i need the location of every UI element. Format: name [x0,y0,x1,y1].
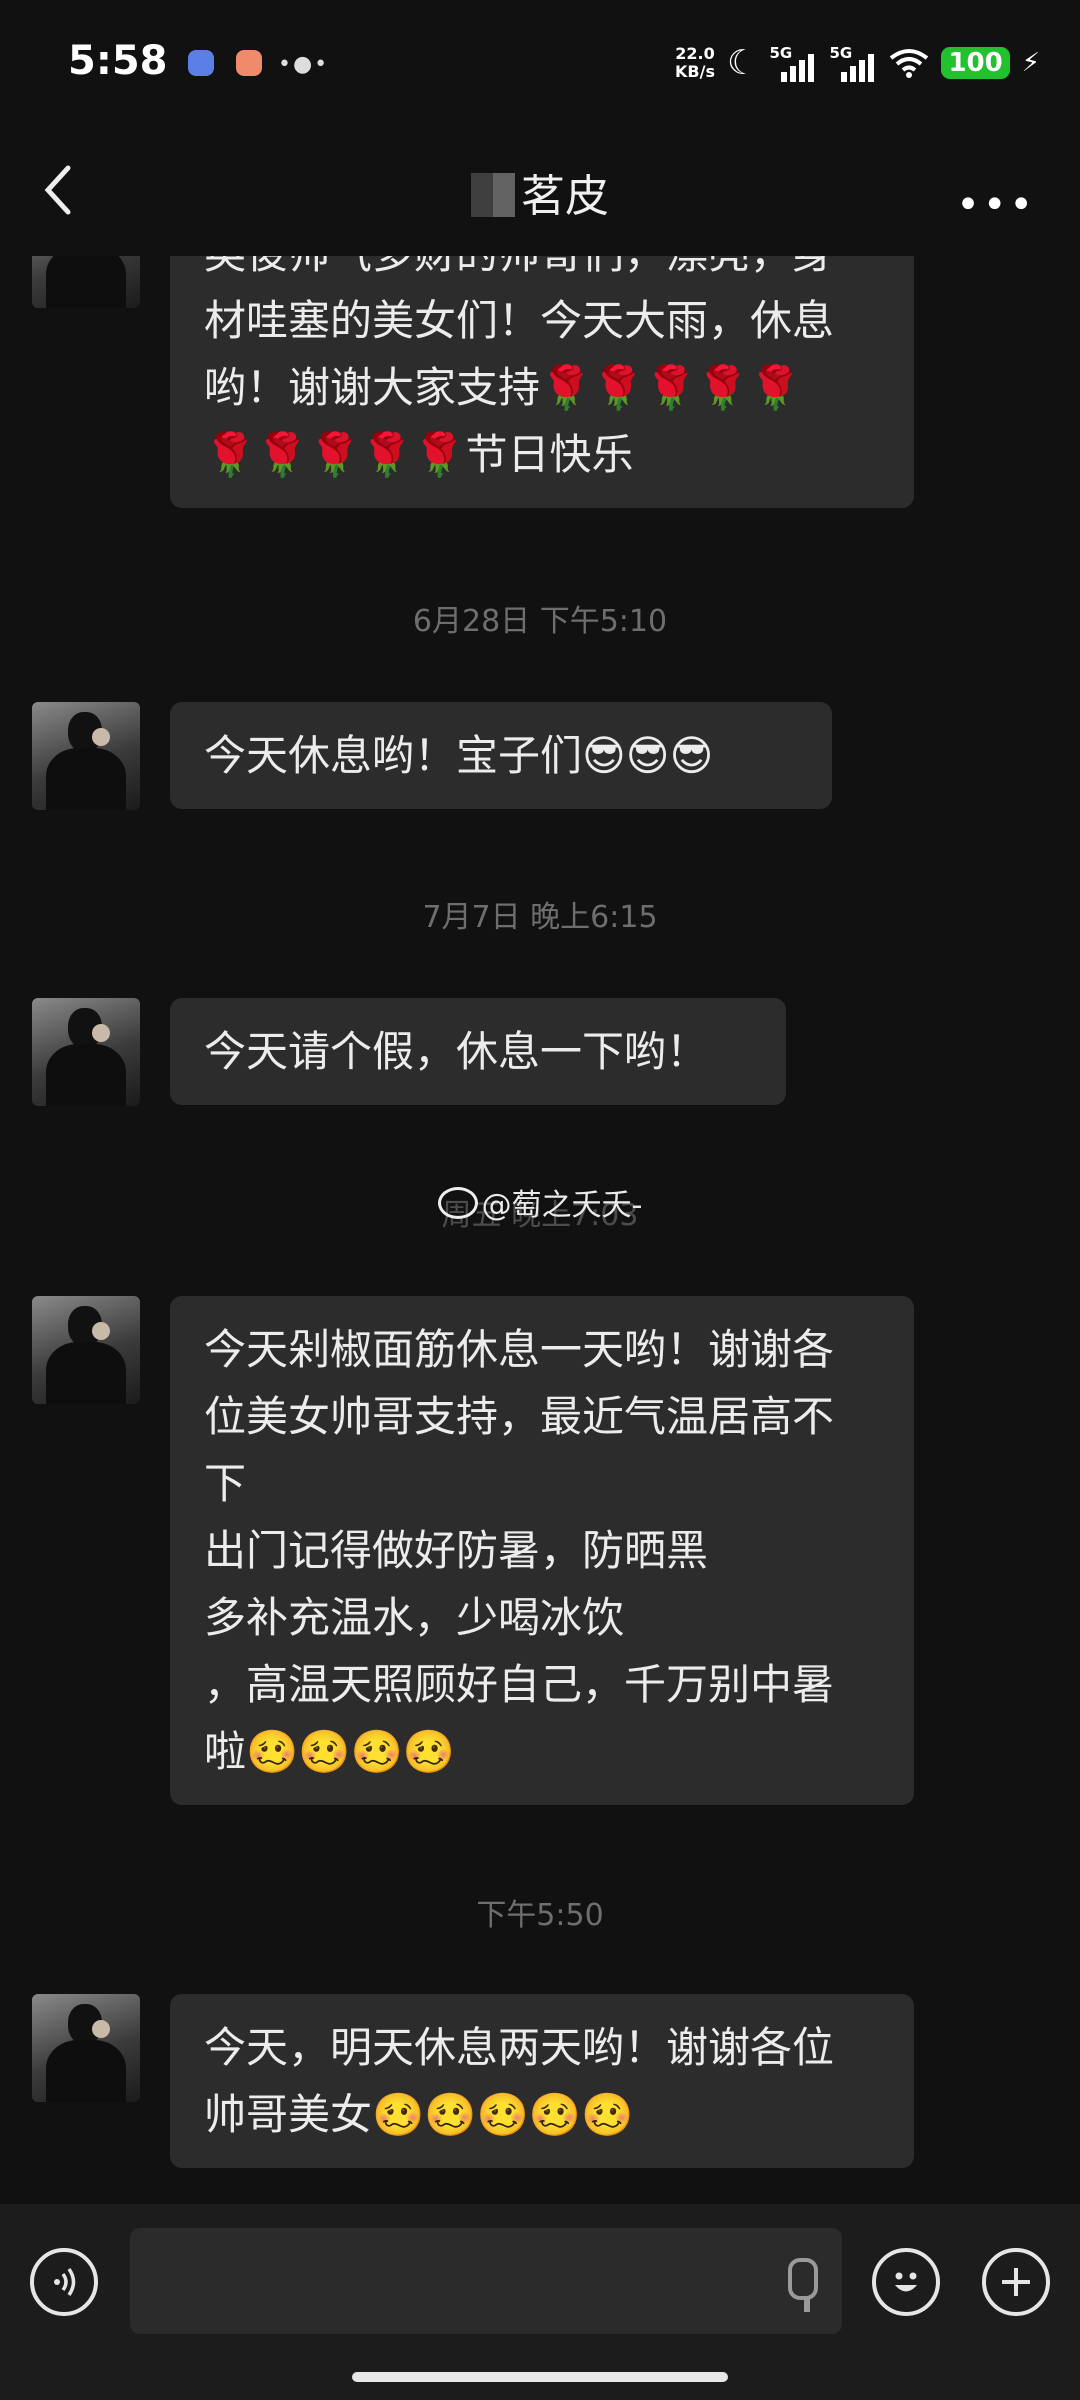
avatar[interactable] [32,702,140,810]
contact-name: 茗皮 [0,160,1080,224]
weibo-logo-icon [437,1187,478,1219]
microphone-icon-stand [804,2298,810,2312]
network-speed: 22.0 KB/s [675,44,715,81]
chat-messages[interactable]: 英俊帅气多财的帅哥们，漂亮，身 材哇塞的美女们！今天大雨，休息 哟！谢谢大家支持… [0,256,1080,2204]
avatar[interactable] [32,998,140,1106]
timestamp: 6月28日 下午5:10 [412,604,668,639]
more-dots-icon[interactable]: ••• [956,182,1036,228]
watermark: @萄之夭夭- [0,1180,1080,1224]
avatar[interactable] [32,256,140,308]
voice-wave-icon [54,2268,76,2296]
status-bar: 5:58 •●• 22.0 KB/s ☾ 5G 5G 100 ⚡ [0,0,1080,130]
microphone-icon[interactable] [788,2258,818,2300]
message-bubble[interactable]: 英俊帅气多财的帅哥们，漂亮，身 材哇塞的美女们！今天大雨，休息 哟！谢谢大家支持… [170,256,914,508]
message-input[interactable] [130,2228,842,2334]
message-bubble[interactable]: 今天请个假，休息一下哟！ [170,998,786,1105]
home-indicator[interactable] [352,2372,728,2382]
plus-icon[interactable] [982,2248,1050,2316]
emoji-icon[interactable] [872,2248,940,2316]
app-notification-icon [236,50,262,76]
cellular-signal-icon: 5G [829,44,877,82]
status-time: 5:58 [68,38,168,84]
message-bubble[interactable]: 今天，明天休息两天哟！谢谢各位 帅哥美女🥴🥴🥴🥴🥴 [170,1994,914,2168]
message-bubble[interactable]: 今天剁椒面筋休息一天哟！谢谢各 位美女帅哥支持，最近气温居高不 下 出门记得做好… [170,1296,914,1805]
message-bubble[interactable]: 今天休息哟！宝子们😎😎😎 [170,702,832,809]
more-notifications-icon: •●• [278,52,330,77]
chat-header: 茗皮 ••• [0,130,1080,256]
avatar[interactable] [32,1296,140,1404]
charging-icon: ⚡ [1021,48,1040,78]
plus-glyph-icon [1002,2268,1030,2296]
voice-icon[interactable] [30,2248,98,2316]
smiley-face-icon [895,2272,917,2292]
cellular-signal-icon: 5G [769,44,817,82]
wifi-icon [890,49,929,78]
redacted-name-mosaic [471,173,515,217]
battery-level: 100 [941,47,1010,79]
status-indicators: 22.0 KB/s ☾ 5G 5G 100 ⚡ [675,38,1040,88]
avatar[interactable] [32,1994,140,2102]
timestamp: 下午5:50 [476,1898,604,1933]
input-bar [0,2204,1080,2400]
do-not-disturb-moon-icon: ☾ [726,43,758,83]
timestamp: 7月7日 晚上6:15 [422,900,658,935]
app-notification-icon [188,50,214,76]
